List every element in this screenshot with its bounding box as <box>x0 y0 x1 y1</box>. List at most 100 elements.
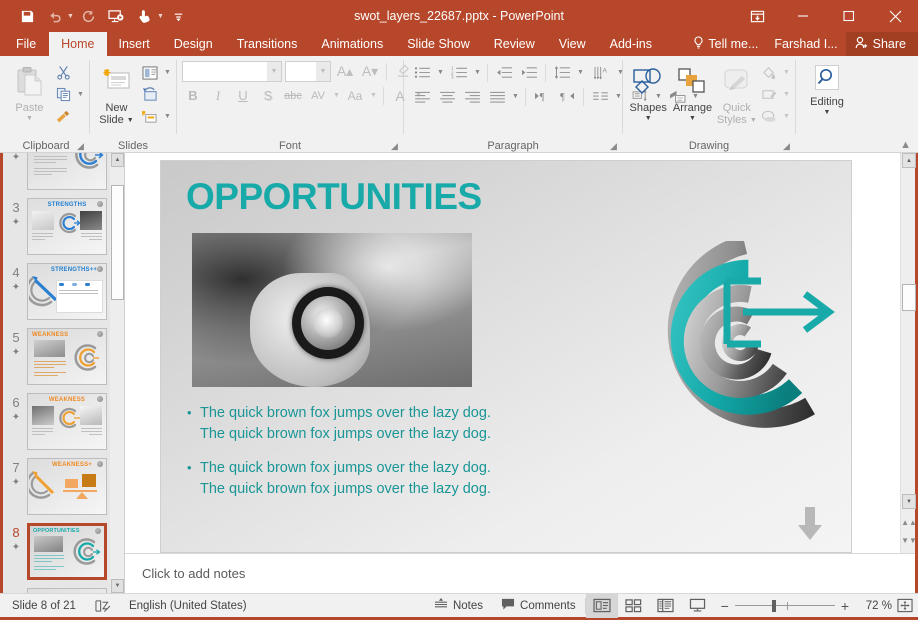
customize-qat-icon[interactable] <box>166 4 192 28</box>
shapes-dropdown-caret[interactable]: ▼ <box>645 115 652 122</box>
section-dropdown-caret[interactable]: ▼ <box>163 113 172 120</box>
maximize-restore-button[interactable] <box>826 0 872 32</box>
cut-button[interactable] <box>52 62 74 83</box>
increase-indent-button[interactable] <box>518 62 540 83</box>
next-slide-button[interactable]: ▼▼ <box>903 533 915 547</box>
align-right-button[interactable] <box>461 86 483 107</box>
quick-styles-dropdown-caret[interactable]: ▼ <box>750 117 757 124</box>
bullets-caret[interactable]: ▼ <box>436 69 445 76</box>
change-case-caret[interactable]: ▼ <box>369 92 378 99</box>
arrange-dropdown-caret[interactable]: ▼ <box>689 115 696 122</box>
slide-sorter-view-button[interactable] <box>618 594 650 618</box>
justify-caret[interactable]: ▼ <box>511 93 520 100</box>
new-slide-dropdown-caret[interactable]: ▼ <box>127 117 134 124</box>
thumb-slide-3[interactable]: STRENGTHS <box>27 198 107 255</box>
format-painter-button[interactable] <box>52 106 74 127</box>
zoom-control[interactable]: − + <box>714 598 856 614</box>
bullets-button[interactable] <box>411 62 433 83</box>
zoom-slider[interactable] <box>735 599 835 613</box>
arrange-button[interactable]: Arrange ▼ <box>669 60 715 122</box>
comments-button[interactable]: Comments <box>492 594 585 618</box>
align-left-button[interactable] <box>411 86 433 107</box>
notes-pane[interactable]: Click to add notes <box>125 553 915 593</box>
scroll-down-button[interactable]: ▼ <box>902 494 916 509</box>
thumb-slide-6[interactable]: WEAKNESS <box>27 393 107 450</box>
list-item[interactable] <box>3 584 124 593</box>
editing-button[interactable]: Editing ▼ <box>800 60 854 116</box>
paste-button[interactable]: Paste ▼ <box>7 60 52 122</box>
font-dialog-launcher[interactable]: ◢ <box>389 141 400 152</box>
change-case-button[interactable]: Aa <box>344 85 366 106</box>
list-item[interactable]: 8 ✦ OPPORTUNITIES <box>3 519 124 584</box>
current-slide[interactable]: OPPORTUNITIES The quick brown fox jumps … <box>160 160 852 553</box>
font-size-combobox[interactable]: ▼ <box>285 61 331 82</box>
thumb-slide-9[interactable] <box>27 588 107 593</box>
list-item[interactable]: 5 ✦ WEAKNESS <box>3 324 124 389</box>
shapes-button[interactable]: Shapes ▼ <box>627 60 669 122</box>
tab-insert[interactable]: Insert <box>107 32 162 56</box>
tab-animations[interactable]: Animations <box>309 32 395 56</box>
numbering-caret[interactable]: ▼ <box>473 69 482 76</box>
bold-button[interactable]: B <box>182 85 204 106</box>
line-spacing-caret[interactable]: ▼ <box>576 69 585 76</box>
text-shadow-button[interactable]: S <box>257 85 279 106</box>
slide-vertical-scrollbar[interactable]: ▲ ▼ ▲▲ ▼▼ <box>900 153 915 553</box>
thumb-slide-7[interactable]: WEAKNESS+ <box>27 458 107 515</box>
fit-to-window-button[interactable] <box>892 594 918 618</box>
underline-button[interactable]: U <box>232 85 254 106</box>
notes-toggle-button[interactable]: Notes <box>425 594 492 618</box>
thumbnail-scroll-up-button[interactable]: ▲ <box>111 153 124 167</box>
decrease-font-size-button[interactable]: A▾ <box>359 61 381 82</box>
thumbnail-scrollbar[interactable]: ▲ ▼ <box>110 153 124 593</box>
list-item[interactable]: 3 ✦ STRENGTHS <box>3 194 124 259</box>
justify-button[interactable] <box>486 86 508 107</box>
undo-dropdown-caret[interactable]: ▼ <box>67 13 74 20</box>
character-spacing-caret[interactable]: ▼ <box>332 92 341 99</box>
new-slide-button[interactable]: New Slide ▼ <box>94 60 139 126</box>
scrollbar-thumb[interactable] <box>902 284 916 311</box>
slide-thumbnail-pane[interactable]: 2 ✦ <box>3 153 125 593</box>
touch-mode-dropdown-caret[interactable]: ▼ <box>157 13 164 20</box>
thumb-slide-2[interactable] <box>27 153 107 190</box>
decrease-indent-button[interactable] <box>493 62 515 83</box>
spell-check-icon[interactable] <box>85 594 120 618</box>
drawing-dialog-launcher[interactable]: ◢ <box>781 141 792 152</box>
slide-photo[interactable] <box>192 233 472 387</box>
list-item[interactable]: 6 ✦ WEAKNESS <box>3 389 124 454</box>
thumb-slide-8[interactable]: OPPORTUNITIES <box>27 523 107 580</box>
account-name[interactable]: Farshad I... <box>766 32 845 56</box>
tab-slide-show[interactable]: Slide Show <box>395 32 482 56</box>
touch-mode-icon[interactable] <box>132 4 158 28</box>
slide-indicator[interactable]: Slide 8 of 21 <box>3 594 85 618</box>
slide-canvas[interactable]: OPPORTUNITIES The quick brown fox jumps … <box>125 153 915 553</box>
save-icon[interactable] <box>14 4 40 28</box>
copy-dropdown-caret[interactable]: ▼ <box>76 91 85 98</box>
text-direction-button[interactable]: A <box>591 62 613 83</box>
thumbnail-scroll-down-button[interactable]: ▼ <box>111 579 124 593</box>
ltr-text-direction-button[interactable]: ¶ <box>531 86 553 107</box>
quick-styles-button[interactable]: Quick Styles ▼ <box>716 60 758 126</box>
slide-bullet-list[interactable]: The quick brown fox jumps over the lazy … <box>185 403 507 513</box>
shape-fill-caret[interactable]: ▼ <box>782 69 791 76</box>
scroll-up-button[interactable]: ▲ <box>902 153 916 168</box>
paragraph-dialog-launcher[interactable]: ◢ <box>608 141 619 152</box>
collapse-ribbon-icon[interactable]: ▲ <box>900 139 911 151</box>
layout-dropdown-caret[interactable]: ▼ <box>163 69 172 76</box>
minimize-button[interactable] <box>780 0 826 32</box>
tab-add-ins[interactable]: Add-ins <box>598 32 664 56</box>
reading-view-button[interactable] <box>650 594 682 618</box>
layout-button[interactable] <box>139 62 161 83</box>
language-indicator[interactable]: English (United States) <box>120 594 256 618</box>
shape-effects-button[interactable] <box>758 106 780 127</box>
share-button[interactable]: Share <box>846 32 918 56</box>
list-item[interactable]: 2 ✦ <box>3 153 124 194</box>
reset-button[interactable] <box>139 84 161 105</box>
shape-outline-caret[interactable]: ▼ <box>782 91 791 98</box>
shape-effects-caret[interactable]: ▼ <box>782 113 791 120</box>
close-button[interactable] <box>872 0 918 32</box>
increase-font-size-button[interactable]: A▴ <box>334 61 356 82</box>
start-from-beginning-icon[interactable] <box>104 4 130 28</box>
tab-home[interactable]: Home <box>49 32 106 56</box>
shape-fill-button[interactable] <box>758 62 780 83</box>
clipboard-dialog-launcher[interactable]: ◢ <box>75 141 86 152</box>
